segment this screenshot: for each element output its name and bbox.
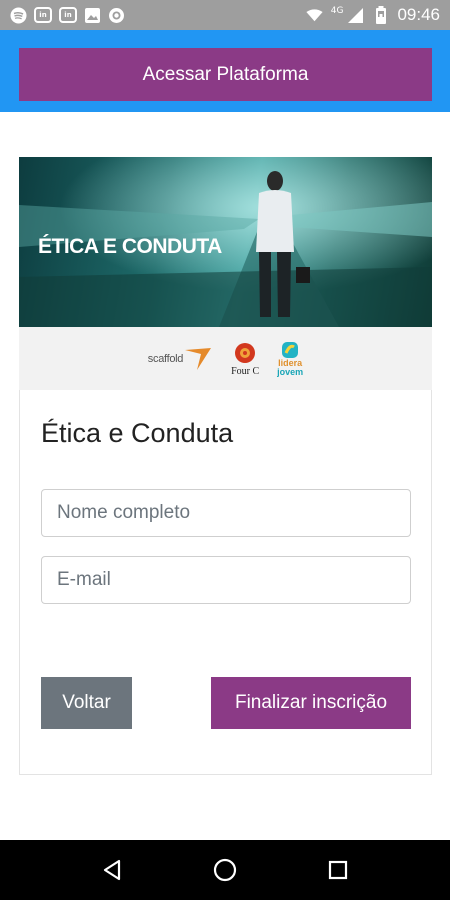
spotify-icon [10,7,27,24]
scaffold-logo: scaffold [148,346,213,372]
back-icon[interactable] [92,850,132,890]
registration-card: Ética e Conduta Voltar Finalizar inscriç… [19,390,432,775]
full-name-input[interactable] [41,489,411,537]
signal-icon [347,7,364,24]
fourc-logo: Four C [231,341,259,377]
linkedin-icon: in [59,7,77,23]
email-input[interactable] [41,556,411,604]
home-icon[interactable] [205,850,245,890]
course-banner: ÉTICA E CONDUTA [19,157,432,327]
course-title: Ética e Conduta [41,418,234,448]
sponsor-logos: scaffold Four C lidera jovem [19,327,432,390]
circle-app-icon [108,7,125,24]
battery-icon [372,6,389,24]
status-bar: in in 4G 09:46 [0,0,450,30]
access-platform-button[interactable]: Acessar Plataforma [19,48,432,101]
wifi-icon [306,7,323,24]
fourc-flower-icon [235,342,256,363]
system-icons: 4G 09:46 [306,5,440,25]
recents-icon[interactable] [318,850,358,890]
scaffold-mark-icon [185,347,212,370]
lidera-jovem-logo: lidera jovem [277,341,303,377]
banner-title: ÉTICA E CONDUTA [38,235,222,258]
network-type: 4G [330,6,344,16]
clock: 09:46 [397,5,440,24]
notification-icons: in in [10,7,125,24]
back-button[interactable]: Voltar [41,677,132,729]
finish-registration-button[interactable]: Finalizar inscrição [211,677,411,729]
image-icon [84,7,101,24]
lidera-mark-icon [282,341,299,358]
system-navigation-bar [0,840,450,900]
linkedin-icon: in [34,7,52,23]
top-app-bar: Acessar Plataforma [0,30,450,112]
